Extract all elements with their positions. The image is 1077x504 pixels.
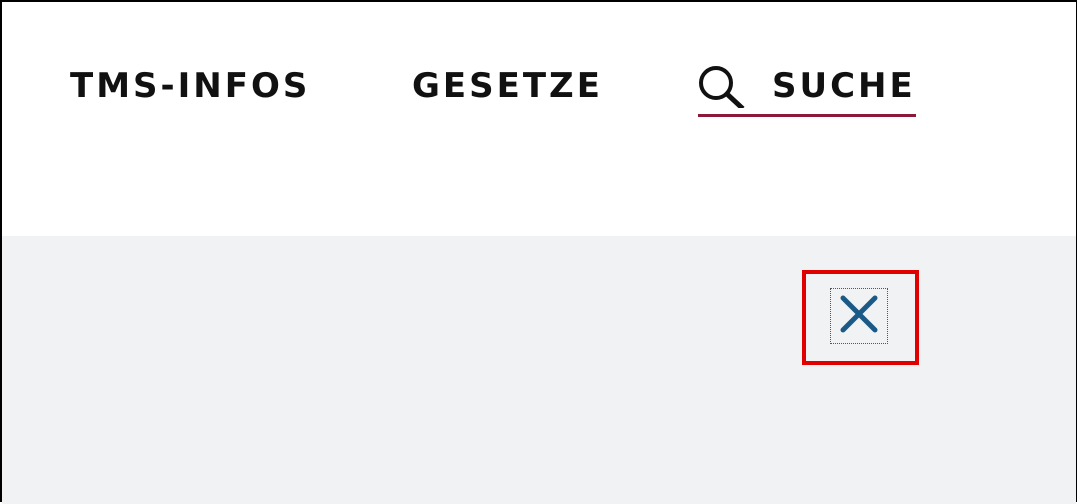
browser-frame: TMS-INFOS GESETZE SUCHE <box>0 0 1077 504</box>
nav-item-suche[interactable]: SUCHE <box>698 64 916 117</box>
search-icon <box>698 64 748 111</box>
close-icon <box>839 294 879 339</box>
nav-item-tms-infos[interactable]: TMS-INFOS <box>70 64 310 108</box>
nav-item-gesetze[interactable]: GESETZE <box>412 64 603 108</box>
close-button[interactable] <box>830 288 888 344</box>
nav-item-label: SUCHE <box>772 66 916 106</box>
nav-item-label: TMS-INFOS <box>70 66 311 106</box>
main-navigation: TMS-INFOS GESETZE SUCHE <box>2 2 1076 236</box>
search-overlay <box>2 236 1076 504</box>
nav-item-label: GESETZE <box>412 66 603 106</box>
